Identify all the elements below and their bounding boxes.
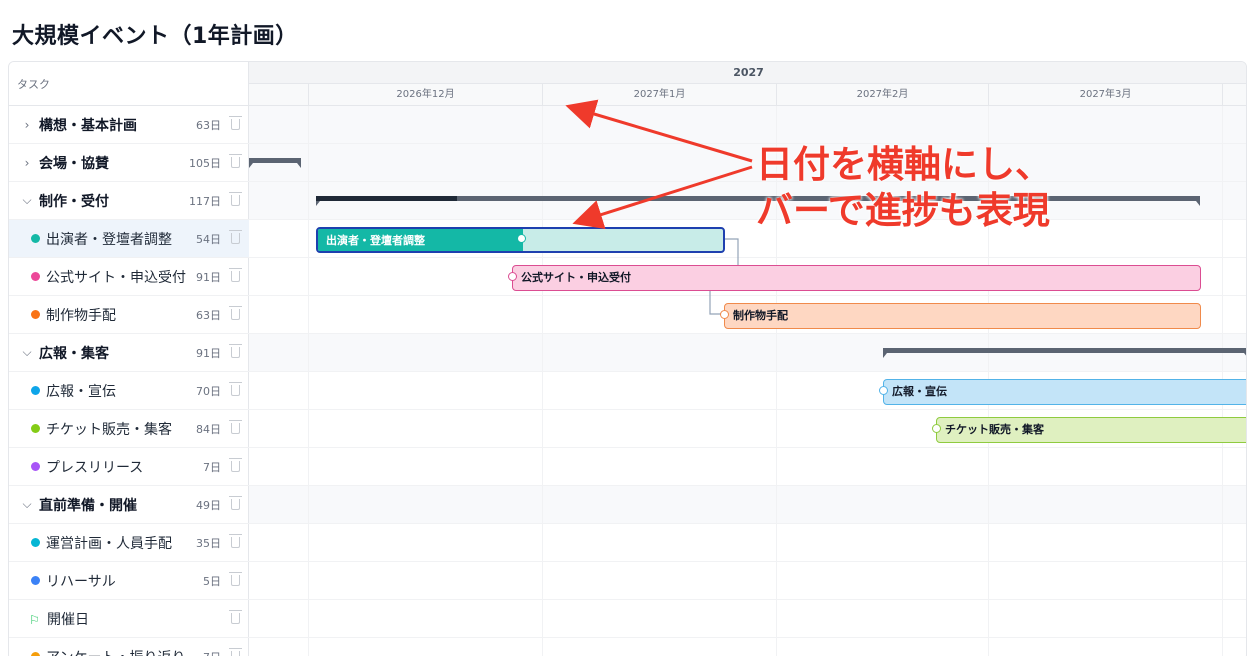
dependency-handle[interactable] [879, 386, 888, 395]
task-color-dot [31, 576, 40, 585]
task-group-row[interactable]: ⌵ 制作・受付 117日 [9, 182, 249, 220]
task-color-dot [31, 538, 40, 547]
trash-icon[interactable] [229, 610, 242, 624]
task-bar-label: 公式サイト・申込受付 [521, 271, 631, 284]
chevron-down-icon[interactable]: ⌵ [21, 193, 33, 208]
task-label: プレスリリース [46, 459, 144, 476]
task-duration: 84日 [196, 422, 221, 436]
task-label: 出演者・登壇者調整 [46, 231, 172, 248]
task-bar-materials[interactable]: 制作物手配 [724, 303, 1201, 329]
dependency-connector [709, 238, 739, 315]
task-group-row[interactable]: › 構想・基本計画 63日 [9, 106, 249, 144]
trash-icon[interactable] [229, 420, 242, 434]
task-label: 制作物手配 [46, 307, 116, 324]
chevron-right-icon[interactable]: › [21, 156, 33, 170]
trash-icon[interactable] [229, 344, 242, 358]
task-group-label: 会場・協賛 [39, 155, 109, 172]
task-duration: 54日 [196, 232, 221, 246]
task-group-row[interactable]: › 会場・協賛 105日 [9, 144, 249, 182]
task-bar-tickets[interactable]: チケット販売・集客 [936, 417, 1246, 443]
dependency-handle[interactable] [932, 424, 941, 433]
chevron-right-icon[interactable]: › [21, 118, 33, 132]
task-group-label: 広報・集客 [39, 345, 109, 362]
trash-icon[interactable] [229, 116, 242, 130]
trash-icon[interactable] [229, 648, 242, 656]
task-row[interactable]: プレスリリース 7日 [9, 448, 249, 486]
task-duration: 7日 [203, 649, 221, 656]
trash-icon[interactable] [229, 458, 242, 472]
task-group-row[interactable]: ⌵ 直前準備・開催 49日 [9, 486, 249, 524]
chevron-down-icon[interactable]: ⌵ [21, 345, 33, 360]
task-duration: 7日 [203, 460, 221, 474]
milestone-row[interactable]: ⚐ 開催日 [9, 600, 249, 638]
task-label: アンケート・振り返り [46, 647, 185, 656]
task-row[interactable]: 運営計画・人員手配 35日 [9, 524, 249, 562]
annotation-line-1: 日付を横軸にし、 [756, 143, 1052, 186]
task-group-label: 構想・基本計画 [39, 117, 137, 134]
trash-icon[interactable] [229, 192, 242, 206]
task-group-row[interactable]: ⌵ 広報・集客 91日 [9, 334, 249, 372]
task-row[interactable]: 出演者・登壇者調整 54日 [9, 220, 249, 258]
task-color-dot [31, 234, 40, 243]
timeline: 2027 2026年12月 2027年1月 2027年2月 2027年3月 出演… [249, 62, 1246, 656]
annotation-line-2: バーで進捗も表現 [756, 189, 1050, 232]
task-color-dot [31, 272, 40, 281]
task-color-dot [31, 652, 40, 656]
task-duration: 117日 [189, 194, 221, 208]
task-bar-pr[interactable]: 広報・宣伝 [883, 379, 1246, 405]
task-duration: 49日 [196, 498, 221, 512]
task-bar-label: チケット販売・集客 [945, 423, 1044, 436]
task-row[interactable]: チケット販売・集客 84日 [9, 410, 249, 448]
task-label: チケット販売・集客 [46, 421, 172, 438]
task-column-header: タスク [9, 62, 248, 106]
task-row[interactable]: 制作物手配 63日 [9, 296, 249, 334]
task-row[interactable]: リハーサル 5日 [9, 562, 249, 600]
task-color-dot [31, 386, 40, 395]
dependency-handle[interactable] [508, 272, 517, 281]
task-duration: 105日 [189, 156, 221, 170]
task-duration: 63日 [196, 308, 221, 322]
task-panel: タスク › 構想・基本計画 63日 › 会場・協賛 105日 ⌵ 制作・受付 117日出演者・登… [9, 62, 249, 656]
flag-icon: ⚐ [29, 612, 40, 627]
trash-icon[interactable] [229, 534, 242, 548]
trash-icon[interactable] [229, 496, 242, 510]
task-bar-site[interactable]: 公式サイト・申込受付 [512, 265, 1201, 291]
trash-icon[interactable] [229, 572, 242, 586]
trash-icon[interactable] [229, 382, 242, 396]
task-group-label: 直前準備・開催 [39, 497, 137, 514]
trash-icon[interactable] [229, 154, 242, 168]
gantt-chart: タスク › 構想・基本計画 63日 › 会場・協賛 105日 ⌵ 制作・受付 117日出演者・登… [8, 61, 1247, 656]
task-duration: 63日 [196, 118, 221, 132]
task-duration: 5日 [203, 574, 221, 588]
task-label: リハーサル [46, 573, 116, 590]
task-color-dot [31, 310, 40, 319]
task-duration: 91日 [196, 346, 221, 360]
task-row[interactable]: 公式サイト・申込受付 91日 [9, 258, 249, 296]
task-bar-label: 広報・宣伝 [892, 385, 947, 398]
task-label: 公式サイト・申込受付 [46, 269, 186, 286]
page-title: 大規模イベント（1年計画） [12, 24, 298, 49]
task-label: 開催日 [47, 611, 89, 628]
chevron-down-icon[interactable]: ⌵ [21, 497, 33, 512]
task-bar-label: 制作物手配 [733, 309, 788, 322]
task-group-label: 制作・受付 [39, 193, 109, 210]
task-duration: 91日 [196, 270, 221, 284]
progress-handle[interactable] [516, 234, 526, 243]
task-label: 広報・宣伝 [46, 383, 116, 400]
task-row[interactable]: 広報・宣伝 70日 [9, 372, 249, 410]
dependency-handle[interactable] [720, 310, 729, 319]
task-bar-label: 出演者・登壇者調整 [326, 234, 425, 247]
task-color-dot [31, 462, 40, 471]
trash-icon[interactable] [229, 268, 242, 282]
task-duration: 70日 [196, 384, 221, 398]
task-color-dot [31, 424, 40, 433]
trash-icon[interactable] [229, 306, 242, 320]
task-duration: 35日 [196, 536, 221, 550]
task-label: 運営計画・人員手配 [46, 535, 172, 552]
task-row[interactable]: アンケート・振り返り 7日 [9, 638, 249, 656]
trash-icon[interactable] [229, 230, 242, 244]
